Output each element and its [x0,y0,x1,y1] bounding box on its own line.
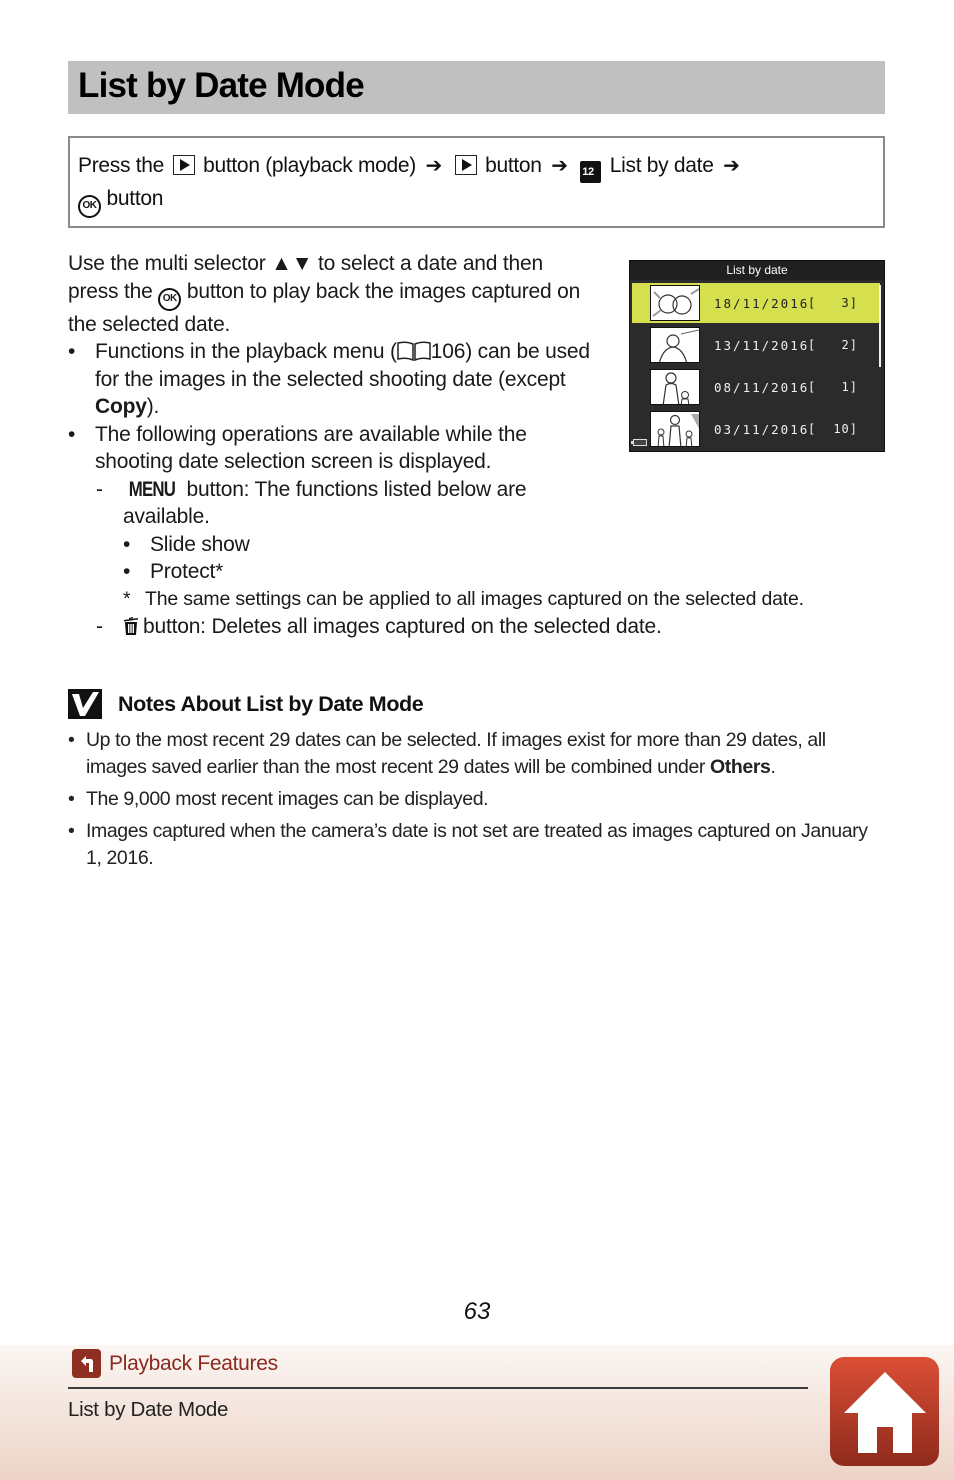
dash-mark: - [96,615,103,638]
page-number: 63 [463,1298,491,1325]
arrow-right-icon: ➔ [551,155,568,177]
trash-icon [124,617,138,635]
footnote-star: * [123,587,131,610]
path-step2: button [485,154,542,177]
thumbnail-family [650,411,700,447]
path-step1: button (playback mode) [203,154,416,177]
menu-text: button: The functions listed below are a… [123,477,527,529]
ok-icon: OK [78,195,101,218]
note-item: Images captured when the camera’s date i… [68,818,888,872]
row-date: 08/11/2016 [714,379,810,395]
footer: Playback Features List by Date Mode [0,1345,954,1480]
note-item: The 9,000 most recent images can be disp… [68,786,888,813]
path-step3: List by date [609,154,714,177]
delete-button-item: - button: Deletes all images captured on… [68,613,662,641]
dash-mark: - [96,477,103,501]
notes-title: Notes About List by Date Mode [118,691,424,716]
menu-button-item: - MENU button: The functions listed belo… [68,476,598,531]
home-icon [843,1371,926,1453]
multi-selector-arrows-icon: ▲▼ [271,252,313,275]
bullet-playback-menu: Functions in the playback menu (106) can… [68,338,598,421]
path-step4: button [106,187,164,210]
back-to-playback-features-link[interactable]: Playback Features [72,1349,278,1378]
check-mark-icon [68,689,102,719]
note-item: Up to the most recent 29 dates can be se… [68,727,888,781]
back-arrow-icon [72,1349,101,1378]
row-count: [3] [808,296,858,310]
intro-paragraph: Use the multi selector ▲▼ to select a da… [68,250,598,338]
date-row: 13/11/2016 [2] [632,325,880,365]
body-text: Use the multi selector ▲▼ to select a da… [68,250,804,641]
row-date: 03/11/2016 [714,421,810,437]
bullet-operations: The following operations are available w… [68,421,598,476]
bullet1-text-3: ). [146,395,160,418]
ok-icon: OK [158,287,182,311]
battery-icon [631,439,647,446]
date-row: 18/11/2016 [3] [632,283,880,323]
camera-screen-illustration: List by date 18/11/2016 [3] 13/11/2016 [… [629,260,885,452]
bullet1-text-1: Functions in the playback menu ( [95,340,397,363]
navigation-path-box: Press the button (playback mode) ➔ butto… [68,136,885,228]
footer-section-label: List by Date Mode [68,1398,229,1421]
intro-text-1: Use the multi selector [68,252,266,275]
path-press-the: Press the [78,154,165,177]
menu-item-slide-show: Slide show [68,531,598,559]
back-link-label: Playback Features [109,1351,278,1375]
date-row: 08/11/2016 [1] [632,367,880,407]
row-date: 13/11/2016 [714,337,810,353]
arrow-right-icon: ➔ [425,155,443,177]
delete-text: button: Deletes all images captured on t… [143,615,662,638]
arrow-right-icon: ➔ [723,155,740,177]
footnote-text: The same settings can be applied to all … [145,587,804,610]
row-count: [1] [808,380,858,394]
thumbnail-woman-portrait [650,327,700,363]
menu-button-icon: MENU [128,477,176,501]
playback-icon [454,155,477,175]
camera-screen-header: List by date [630,261,884,280]
notes-list: Up to the most recent 29 dates can be se… [68,727,888,877]
playback-icon [172,155,195,175]
title-bar: List by Date Mode [68,61,885,114]
book-reference-icon [397,341,431,361]
camera-scrollbar [879,285,881,367]
page-reference-link[interactable]: 106 [431,340,466,363]
thumbnail-mother-child [650,369,700,405]
row-count: [10] [808,422,858,436]
row-count: [2] [808,338,858,352]
list-by-date-icon: 12 [580,161,602,183]
footer-divider [68,1387,808,1389]
footnote: * The same settings can be applied to al… [68,586,804,614]
others-label: Others [710,756,771,778]
page-title: List by Date Mode [78,66,365,105]
copy-label: Copy [95,395,147,418]
menu-item-protect: Protect* [68,558,598,586]
row-date: 18/11/2016 [714,295,810,311]
thumbnail-flowers [650,285,700,321]
notes-heading: Notes About List by Date Mode [68,689,424,719]
home-button[interactable] [830,1357,939,1466]
date-row: 03/11/2016 [10] [632,409,880,449]
